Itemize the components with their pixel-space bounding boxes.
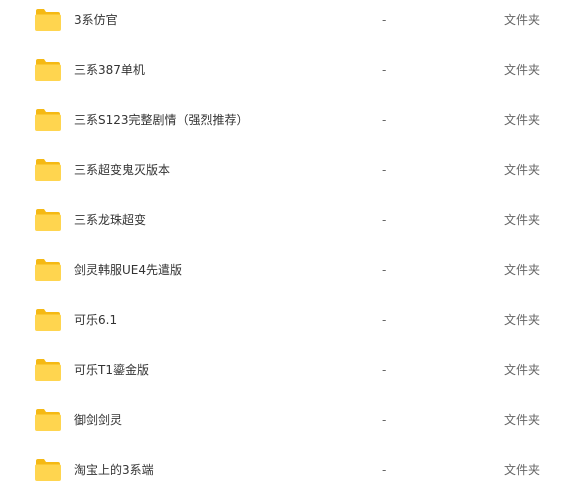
file-size: - bbox=[382, 363, 387, 377]
file-name[interactable]: 3系仿官 bbox=[74, 12, 118, 28]
file-type: 文件夹 bbox=[504, 263, 541, 277]
file-size: - bbox=[382, 63, 387, 77]
file-size: - bbox=[382, 13, 387, 27]
file-type: 文件夹 bbox=[504, 13, 541, 27]
file-row-6[interactable]: 可乐6.1 - 文件夹 bbox=[0, 296, 579, 346]
file-size: - bbox=[382, 113, 387, 127]
file-list: 3系仿官 - 文件夹 三系387单机 - 文件夹 三系S123完整剧情（强烈推荐… bbox=[0, 0, 579, 494]
folder-icon bbox=[35, 9, 61, 31]
file-name[interactable]: 三系387单机 bbox=[74, 62, 145, 78]
file-row-3[interactable]: 三系超变鬼灭版本 - 文件夹 bbox=[0, 146, 579, 196]
folder-icon bbox=[35, 459, 61, 481]
folder-icon bbox=[35, 359, 61, 381]
file-size: - bbox=[382, 263, 387, 277]
file-type: 文件夹 bbox=[504, 63, 541, 77]
file-type: 文件夹 bbox=[504, 113, 541, 127]
file-row-1[interactable]: 三系387单机 - 文件夹 bbox=[0, 46, 579, 96]
file-type: 文件夹 bbox=[504, 413, 541, 427]
file-row-8[interactable]: 御剑剑灵 - 文件夹 bbox=[0, 396, 579, 446]
file-size: - bbox=[382, 313, 387, 327]
file-type: 文件夹 bbox=[504, 163, 541, 177]
folder-icon bbox=[35, 409, 61, 431]
file-size: - bbox=[382, 163, 387, 177]
file-name[interactable]: 可乐6.1 bbox=[74, 312, 117, 328]
file-size: - bbox=[382, 213, 387, 227]
file-type: 文件夹 bbox=[504, 213, 541, 227]
file-row-4[interactable]: 三系龙珠超变 - 文件夹 bbox=[0, 196, 579, 246]
file-type: 文件夹 bbox=[504, 363, 541, 377]
file-size: - bbox=[382, 413, 387, 427]
folder-icon bbox=[35, 109, 61, 131]
file-name[interactable]: 三系S123完整剧情（强烈推荐） bbox=[74, 112, 249, 128]
file-row-7[interactable]: 可乐T1鎏金版 - 文件夹 bbox=[0, 346, 579, 396]
file-name[interactable]: 剑灵韩服UE4先遣版 bbox=[74, 262, 182, 278]
folder-icon bbox=[35, 209, 61, 231]
file-row-5[interactable]: 剑灵韩服UE4先遣版 - 文件夹 bbox=[0, 246, 579, 296]
folder-icon bbox=[35, 59, 61, 81]
file-row-0[interactable]: 3系仿官 - 文件夹 bbox=[0, 0, 579, 46]
file-row-2[interactable]: 三系S123完整剧情（强烈推荐） - 文件夹 bbox=[0, 96, 579, 146]
file-type: 文件夹 bbox=[504, 313, 541, 327]
file-name[interactable]: 御剑剑灵 bbox=[74, 412, 122, 428]
folder-icon bbox=[35, 309, 61, 331]
file-size: - bbox=[382, 463, 387, 477]
file-name[interactable]: 三系超变鬼灭版本 bbox=[74, 162, 170, 178]
file-row-9[interactable]: 淘宝上的3系端 - 文件夹 bbox=[0, 446, 579, 496]
file-name[interactable]: 三系龙珠超变 bbox=[74, 212, 146, 228]
folder-icon bbox=[35, 159, 61, 181]
file-type: 文件夹 bbox=[504, 463, 541, 477]
file-name[interactable]: 淘宝上的3系端 bbox=[74, 462, 154, 478]
file-name[interactable]: 可乐T1鎏金版 bbox=[74, 362, 149, 378]
folder-icon bbox=[35, 259, 61, 281]
